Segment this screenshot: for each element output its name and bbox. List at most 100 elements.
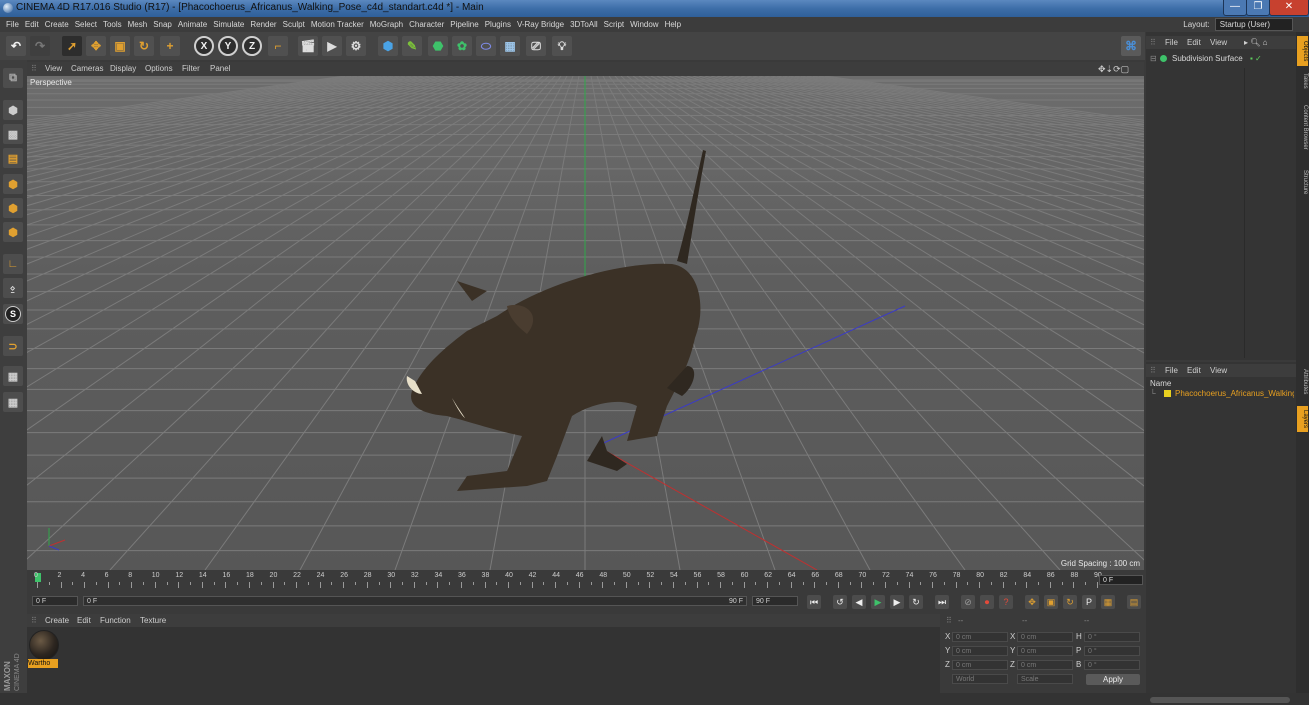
lock-workplane-button[interactable]: ▦ — [3, 366, 23, 386]
timeline-ruler[interactable]: 0 2 4 6 8 10 12 14 16 18 20 22 24 26 28 30 32 34 36 38 40 42 4… — [27, 570, 1145, 592]
frame-range-slider[interactable]: 0 F 90 F — [83, 596, 747, 606]
axis-mode-button[interactable]: ∟ — [3, 254, 23, 274]
camera-button[interactable]: ⎚ — [526, 36, 546, 56]
rotation-p-field[interactable]: 0 ° — [1084, 646, 1140, 656]
render-view-button[interactable]: 🎬︎ — [298, 36, 318, 56]
menu-select[interactable]: Select — [72, 17, 100, 32]
side-tab-takes[interactable]: Takes — [1297, 70, 1308, 92]
render-picture-viewer-button[interactable]: ▶ — [322, 36, 342, 56]
live-select-button[interactable]: ➚ — [62, 36, 82, 56]
record-keys-button[interactable]: ⊘ — [961, 595, 975, 609]
menu-animate[interactable]: Animate — [175, 17, 210, 32]
menu-create[interactable]: Create — [42, 17, 72, 32]
menu-render[interactable]: Render — [247, 17, 279, 32]
viewport-menu-filter[interactable]: Filter — [182, 64, 200, 73]
menu-tools[interactable]: Tools — [100, 17, 125, 32]
rotation-h-field[interactable]: 0 ° — [1084, 632, 1140, 642]
material-thumbnail[interactable] — [29, 630, 59, 660]
edges-mode-button[interactable]: ⬢ — [3, 198, 23, 218]
key-scale-button[interactable]: ▣ — [1044, 595, 1058, 609]
play-button[interactable]: ▶ — [871, 595, 885, 609]
menu-help[interactable]: Help — [662, 17, 684, 32]
scale-tool-button[interactable]: ▣ — [110, 36, 130, 56]
position-z-field[interactable]: 0 cm — [952, 660, 1008, 670]
maximize-button[interactable]: ❐ — [1246, 0, 1270, 16]
menu-plugins[interactable]: Plugins — [482, 17, 514, 32]
goto-end-button[interactable]: ⏭ — [935, 595, 949, 609]
layout-select[interactable]: Startup (User) — [1214, 18, 1293, 31]
menu-mesh[interactable]: Mesh — [125, 17, 151, 32]
side-tab-content-browser[interactable]: Content Browser — [1297, 96, 1308, 158]
recent-tool-button[interactable]: + — [160, 36, 180, 56]
cube-object-button[interactable]: ⬢ — [378, 36, 398, 56]
perspective-viewport[interactable]: Perspective Grid Spacing : 100 cm — [27, 76, 1144, 570]
object-menu-view[interactable]: View — [1210, 38, 1227, 47]
timeline-window-button[interactable]: ▤ — [1127, 595, 1141, 609]
size-y-field[interactable]: 0 cm — [1017, 646, 1073, 656]
material-menu-edit[interactable]: Edit — [77, 616, 91, 625]
key-rotation-button[interactable]: ↻ — [1063, 595, 1077, 609]
size-z-field[interactable]: 0 cm — [1017, 660, 1073, 670]
apply-button[interactable]: Apply — [1086, 674, 1140, 685]
grid-workplane-button[interactable]: ▦ — [3, 392, 23, 412]
object-menu-edit[interactable]: Edit — [1187, 38, 1201, 47]
object-manager-tools-icon[interactable]: ▸ 🔍︎ ⌂ — [1244, 38, 1267, 47]
keyframe-selection-button[interactable]: ? — [999, 595, 1013, 609]
snap-button[interactable]: S — [3, 304, 23, 324]
deformer-button[interactable]: ⬭ — [476, 36, 496, 56]
menu-v-ray-bridge[interactable]: V-Ray Bridge — [514, 17, 567, 32]
viewport-menu-panel[interactable]: Panel — [210, 64, 230, 73]
side-tab-structure[interactable]: Structure — [1297, 162, 1308, 202]
undo-button[interactable]: ↶ — [6, 36, 26, 56]
light-button[interactable]: 💡︎ — [552, 36, 572, 56]
viewport-menu-view[interactable]: View — [45, 64, 62, 73]
position-y-field[interactable]: 0 cm — [952, 646, 1008, 656]
layer-row[interactable]: └ Phacochoerus_Africanus_Walking — [1150, 389, 1294, 399]
rotate-tool-button[interactable]: ↻ — [134, 36, 154, 56]
menu-3dtoall[interactable]: 3DToAll — [567, 17, 601, 32]
menu-edit[interactable]: Edit — [22, 17, 42, 32]
menu-mograph[interactable]: MoGraph — [367, 17, 406, 32]
object-menu-file[interactable]: File — [1165, 38, 1178, 47]
layer-horizontal-scrollbar[interactable] — [1150, 697, 1290, 703]
side-tab-attributes[interactable]: Attributes — [1297, 362, 1308, 402]
minimize-button[interactable]: — — [1223, 0, 1247, 16]
key-parameter-button[interactable]: P — [1082, 595, 1096, 609]
close-button[interactable]: ✕ — [1269, 0, 1309, 16]
viewport-menu-display[interactable]: Display — [110, 64, 136, 73]
coordinate-space-select[interactable]: World — [952, 674, 1008, 684]
viewport-nav-icons[interactable]: ✥⇣⟳▢ — [1098, 64, 1129, 75]
side-tab-layers[interactable]: Layers — [1297, 406, 1308, 432]
prev-key-button[interactable]: ↺ — [833, 595, 847, 609]
material-menu-create[interactable]: Create — [45, 616, 69, 625]
make-editable-button[interactable]: ⧉ — [3, 68, 23, 88]
menu-pipeline[interactable]: Pipeline — [447, 17, 481, 32]
menu-motion-tracker[interactable]: Motion Tracker — [308, 17, 367, 32]
object-row[interactable]: ⊟ Subdivision Surface ▪ ✓ — [1150, 54, 1290, 64]
points-mode-button[interactable]: ⬢ — [3, 174, 23, 194]
next-frame-button[interactable]: ▶ — [890, 595, 904, 609]
y-axis-lock-button[interactable]: Y — [218, 36, 238, 56]
redo-button[interactable]: ↷ — [30, 36, 50, 56]
material-menu-function[interactable]: Function — [100, 616, 131, 625]
subdivision-button[interactable]: ⬣ — [428, 36, 448, 56]
max-frame-field[interactable]: 90 F — [752, 596, 798, 606]
x-axis-lock-button[interactable]: X — [194, 36, 214, 56]
key-pla-button[interactable]: ▦ — [1101, 595, 1115, 609]
menu-sculpt[interactable]: Sculpt — [280, 17, 308, 32]
texture-mode-button[interactable]: ▩ — [3, 124, 23, 144]
viewport-menu-options[interactable]: Options — [145, 64, 173, 73]
model-mode-button[interactable]: ⬢ — [3, 100, 23, 120]
render-settings-button[interactable]: ⚙ — [346, 36, 366, 56]
magnet-button[interactable]: ⊃ — [3, 336, 23, 356]
menu-script[interactable]: Script — [601, 17, 627, 32]
tweak-mode-button[interactable]: ⍚ — [3, 278, 23, 298]
side-tab-objects[interactable]: Objects — [1297, 36, 1308, 66]
visibility-check-icon[interactable]: ▪ ✓ — [1250, 54, 1262, 63]
menu-snap[interactable]: Snap — [150, 17, 175, 32]
goto-start-button[interactable]: ⏮ — [807, 595, 821, 609]
menu-character[interactable]: Character — [406, 17, 447, 32]
autokey-button[interactable]: ⏺ — [980, 595, 994, 609]
position-x-field[interactable]: 0 cm — [952, 632, 1008, 642]
menu-simulate[interactable]: Simulate — [210, 17, 247, 32]
